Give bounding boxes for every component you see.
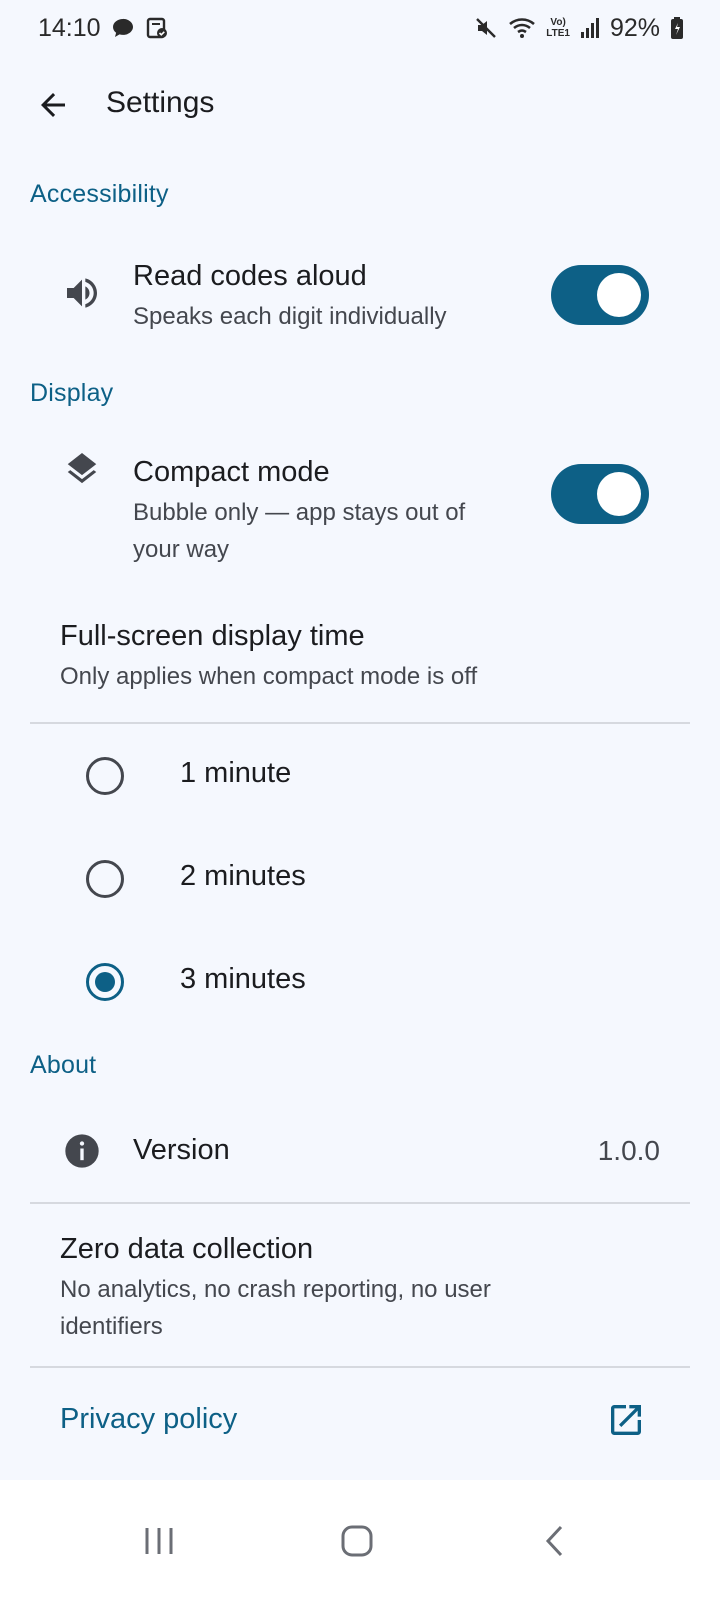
- network-type-label: Vo) LTE1: [546, 17, 570, 39]
- compact-mode-subtitle-line2: your way: [133, 536, 230, 563]
- read-codes-aloud-toggle[interactable]: [551, 265, 649, 325]
- status-time: 14:10: [38, 13, 101, 42]
- mute-icon: [474, 16, 498, 40]
- status-right: Vo) LTE1 92%: [474, 14, 684, 43]
- radio-option-1-minute[interactable]: 1 minute: [30, 726, 690, 826]
- version-row: Version 1.0.0: [30, 1100, 690, 1200]
- speaker-icon: [60, 271, 104, 315]
- zero-data-subtitle-line2: identifiers: [60, 1313, 163, 1340]
- toggle-knob: [597, 472, 641, 516]
- divider: [30, 1202, 690, 1204]
- fullscreen-time-title: Full-screen display time: [60, 620, 365, 652]
- fullscreen-time-header: Full-screen display time Only applies wh…: [30, 600, 690, 720]
- app-bar: Settings: [0, 70, 720, 140]
- radio-button[interactable]: [86, 757, 124, 795]
- zero-data-subtitle-line1: No analytics, no crash reporting, no use…: [60, 1276, 491, 1303]
- read-codes-aloud-title: Read codes aloud: [133, 260, 367, 292]
- zero-data-collection-row: Zero data collection No analytics, no cr…: [30, 1206, 690, 1364]
- read-codes-aloud-subtitle: Speaks each digit individually: [133, 303, 447, 330]
- version-title: Version: [133, 1134, 230, 1166]
- battery-percent: 92%: [609, 13, 660, 42]
- info-icon: [60, 1129, 104, 1173]
- radio-option-3-minutes[interactable]: 3 minutes: [30, 932, 690, 1032]
- network-label-bottom: LTE1: [546, 28, 570, 39]
- compact-mode-row[interactable]: Compact mode Bubble only — app stays out…: [30, 430, 690, 580]
- recents-icon[interactable]: [124, 1506, 194, 1576]
- privacy-policy-row[interactable]: Privacy policy: [30, 1370, 690, 1470]
- home-icon[interactable]: [322, 1506, 392, 1576]
- read-codes-aloud-row[interactable]: Read codes aloud Speaks each digit indiv…: [30, 228, 690, 358]
- arrow-back-icon: [41, 93, 65, 117]
- fullscreen-time-subtitle: Only applies when compact mode is off: [60, 663, 478, 690]
- compact-mode-title: Compact mode: [133, 456, 330, 488]
- radio-label: 3 minutes: [180, 963, 306, 995]
- radio-label: 1 minute: [180, 757, 292, 789]
- radio-button[interactable]: [86, 860, 124, 898]
- open-external-icon[interactable]: [606, 1400, 646, 1440]
- page-title: Settings: [106, 86, 215, 119]
- layers-icon: [60, 450, 104, 494]
- version-value: 1.0.0: [597, 1135, 660, 1166]
- chat-bubble-icon: [111, 17, 135, 39]
- back-button[interactable]: [30, 82, 76, 128]
- battery-icon: [670, 16, 684, 40]
- status-left: 14:10: [38, 14, 169, 43]
- signal-icon: [580, 17, 600, 39]
- network-label-top: Vo): [550, 17, 566, 28]
- section-header-display: Display: [30, 379, 114, 407]
- privacy-policy-link[interactable]: Privacy policy: [60, 1403, 237, 1436]
- radio-label: 2 minutes: [180, 860, 306, 892]
- compact-mode-subtitle-line1: Bubble only — app stays out of: [133, 499, 466, 526]
- status-bar: 14:10 Vo) LTE1 92%: [0, 0, 720, 56]
- clipboard-check-icon: [145, 16, 169, 40]
- back-icon[interactable]: [520, 1506, 590, 1576]
- section-header-about: About: [30, 1051, 97, 1079]
- radio-button-selected[interactable]: [86, 963, 124, 1001]
- zero-data-title: Zero data collection: [60, 1233, 314, 1265]
- section-header-accessibility: Accessibility: [30, 180, 169, 208]
- wifi-icon: [508, 16, 536, 40]
- toggle-knob: [597, 273, 641, 317]
- divider: [30, 722, 690, 724]
- radio-option-2-minutes[interactable]: 2 minutes: [30, 829, 690, 929]
- navigation-bar: [0, 1480, 720, 1600]
- divider: [30, 1366, 690, 1368]
- compact-mode-toggle[interactable]: [551, 464, 649, 524]
